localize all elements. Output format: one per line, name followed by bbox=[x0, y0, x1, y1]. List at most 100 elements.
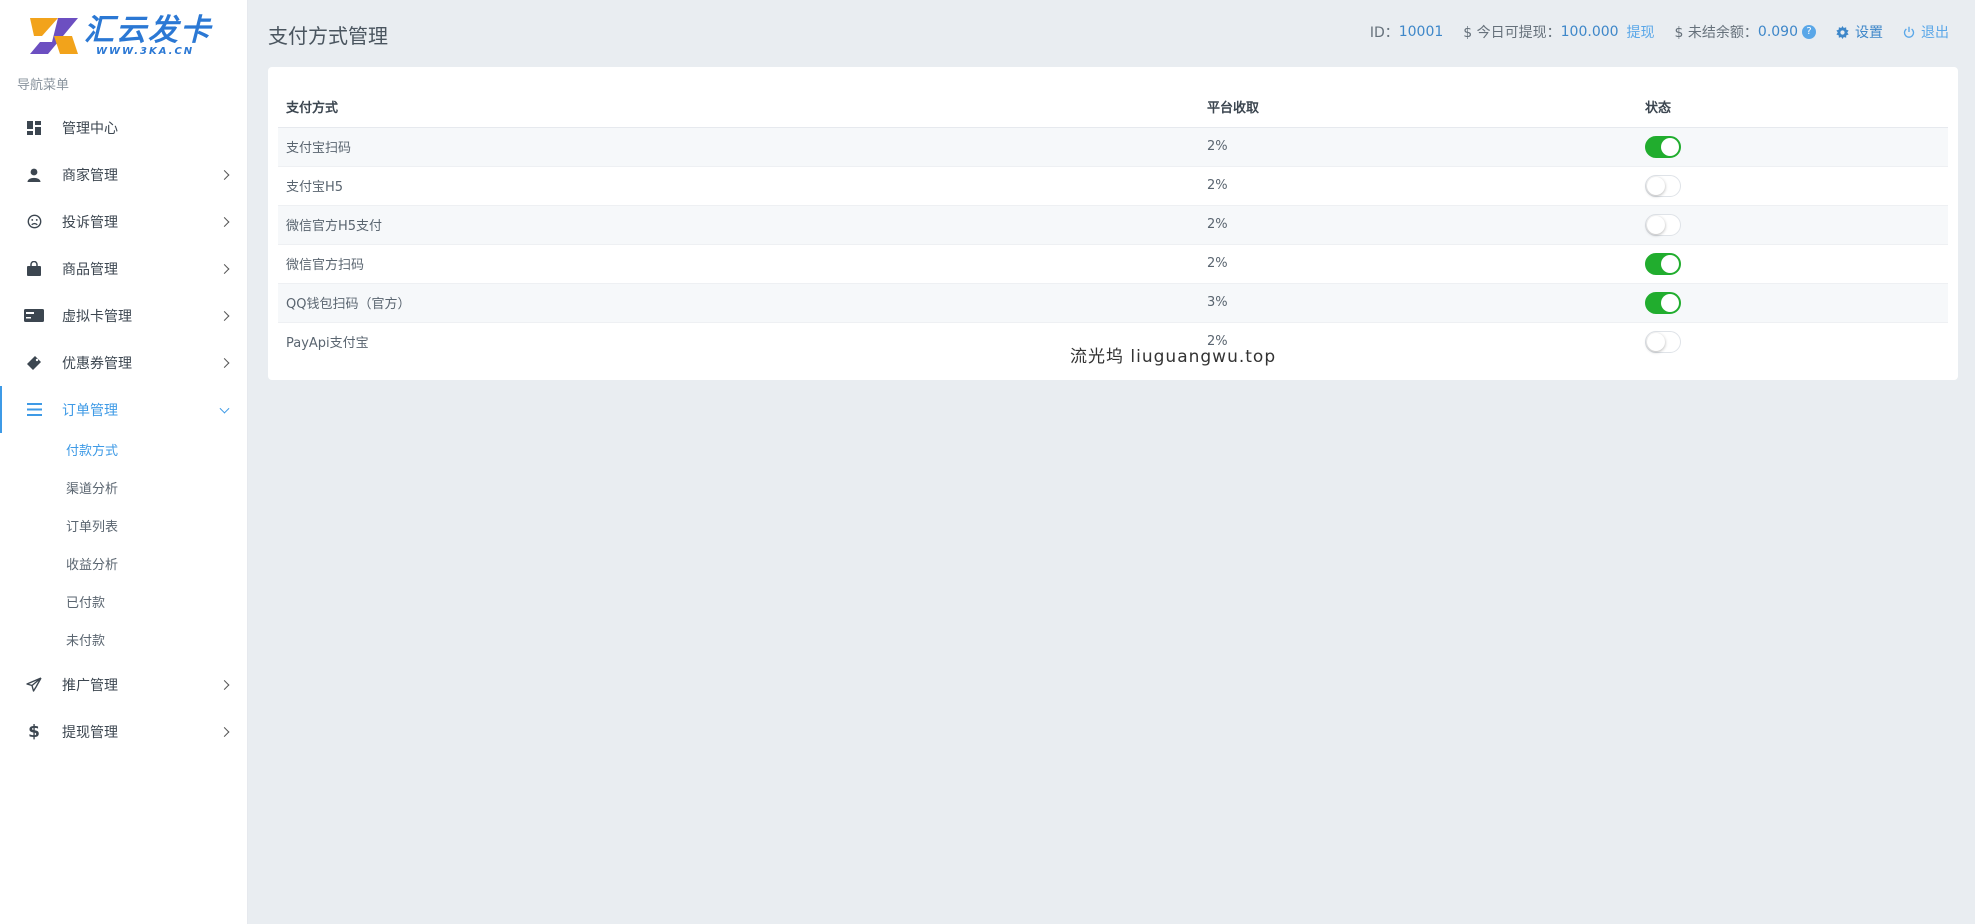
logo-mark-icon bbox=[30, 18, 78, 54]
method-name: PayApi支付宝 bbox=[286, 336, 369, 352]
sidebar-item-virtual-cards[interactable]: 虚拟卡管理 bbox=[0, 292, 248, 339]
sidebar-item-orders[interactable]: 订单管理 bbox=[0, 386, 248, 433]
status-toggle[interactable] bbox=[1645, 135, 1681, 158]
help-icon[interactable]: ? bbox=[1802, 25, 1816, 39]
status-toggle[interactable] bbox=[1645, 252, 1681, 275]
submenu-item-unpaid[interactable]: 未付款 bbox=[0, 623, 248, 661]
withdrawable-today: $ 今日可提现： 100.000 提现 bbox=[1463, 22, 1654, 42]
status-toggle[interactable] bbox=[1645, 330, 1681, 353]
watermark: 流光坞 liuguangwu.top bbox=[1070, 347, 1277, 367]
sidebar-item-dashboard[interactable]: 管理中心 bbox=[0, 104, 248, 151]
chevron-down-icon bbox=[219, 403, 230, 414]
sidebar-item-promotion[interactable]: 推广管理 bbox=[0, 661, 248, 708]
status-cell bbox=[1637, 244, 1948, 284]
toggle-knob bbox=[1661, 137, 1679, 156]
table-body: 支付宝扫码 2% 支付宝H5 2% 微信官方H5支付 2% 微信官方扫码 2% … bbox=[278, 127, 1948, 361]
ticket-icon bbox=[24, 353, 44, 373]
chevron-right-icon bbox=[219, 726, 230, 737]
sidebar-item-complaints[interactable]: 投诉管理 bbox=[0, 198, 248, 245]
method-fee: 3% bbox=[1199, 283, 1637, 323]
table-row: 支付宝H5 2% bbox=[278, 166, 1948, 206]
sidebar-item-products[interactable]: 商品管理 bbox=[0, 245, 248, 292]
unsettled-balance: $ 未结余额： 0.090 ? bbox=[1675, 22, 1816, 42]
sidebar-item-label: 管理中心 bbox=[62, 120, 118, 137]
toggle-knob bbox=[1661, 293, 1679, 312]
submenu-item-paid[interactable]: 已付款 bbox=[0, 585, 248, 623]
settings-label: 设置 bbox=[1855, 25, 1883, 41]
card-icon bbox=[24, 306, 44, 326]
method-name: 微信官方扫码 bbox=[278, 244, 1199, 284]
table-row: 支付宝扫码 2% bbox=[278, 127, 1948, 167]
table-row: 微信官方扫码 2% bbox=[278, 244, 1948, 284]
nav-title: 导航菜单 bbox=[17, 78, 70, 93]
method-name: 支付宝H5 bbox=[278, 166, 1199, 206]
withdraw-link[interactable]: 提现 bbox=[1627, 22, 1655, 42]
sidebar-item-withdrawals[interactable]: $ 提现管理 bbox=[0, 708, 248, 755]
sidebar-item-label: 订单管理 bbox=[62, 402, 118, 419]
table-header-row: 支付方式 平台收取 状态 bbox=[278, 87, 1948, 128]
submenu-item-channel-analysis[interactable]: 渠道分析 bbox=[0, 471, 248, 509]
dollar-icon: $ bbox=[28, 721, 40, 742]
chevron-right-icon bbox=[219, 216, 230, 227]
payment-methods-table: 支付方式 平台收取 状态 支付宝扫码 2% 支付宝H5 2% 微信官方H5支付 … bbox=[278, 87, 1948, 361]
user-icon bbox=[24, 165, 44, 185]
chevron-right-icon bbox=[219, 357, 230, 368]
paper-plane-icon bbox=[24, 675, 44, 695]
brand-logo[interactable]: 汇云发卡 WWW.3KA.CN bbox=[28, 14, 218, 58]
power-icon bbox=[1903, 26, 1915, 38]
withdraw-value: 100.000 bbox=[1560, 24, 1619, 40]
gear-icon bbox=[1836, 25, 1849, 39]
status-cell bbox=[1637, 322, 1948, 361]
sidebar-nav: 管理中心 商家管理 投诉管理 商品管理 虚拟卡管理 优惠券管理 订单管理 付款方… bbox=[0, 104, 248, 755]
sidebar-item-label: 投诉管理 bbox=[62, 214, 118, 231]
submenu-item-payment-methods[interactable]: 付款方式 bbox=[0, 433, 248, 471]
sidebar: 汇云发卡 WWW.3KA.CN 导航菜单 管理中心 商家管理 投诉管理 商品管理… bbox=[0, 0, 248, 924]
status-toggle[interactable] bbox=[1645, 174, 1681, 197]
status-cell bbox=[1637, 283, 1948, 323]
toggle-knob bbox=[1647, 176, 1665, 195]
method-fee: 2% bbox=[1199, 244, 1637, 284]
settings-link[interactable]: 设置 bbox=[1836, 22, 1883, 42]
toggle-knob bbox=[1647, 215, 1665, 234]
toggle-knob bbox=[1647, 332, 1665, 351]
brand-name: 汇云发卡 bbox=[84, 13, 212, 48]
logout-label: 退出 bbox=[1921, 25, 1949, 41]
top-bar: ID： 10001 $ 今日可提现： 100.000 提现 $ 未结余额： 0.… bbox=[1370, 22, 1949, 42]
column-header-fee: 平台收取 bbox=[1199, 87, 1637, 128]
method-fee: 2% bbox=[1199, 205, 1637, 245]
chevron-right-icon bbox=[219, 679, 230, 690]
submenu-item-order-list[interactable]: 订单列表 bbox=[0, 509, 248, 547]
chevron-right-icon bbox=[219, 169, 230, 180]
sidebar-item-merchants[interactable]: 商家管理 bbox=[0, 151, 248, 198]
method-fee: 2% bbox=[1199, 127, 1637, 167]
frown-icon bbox=[24, 212, 44, 232]
status-cell bbox=[1637, 127, 1948, 167]
method-fee: 2% bbox=[1199, 166, 1637, 206]
sidebar-item-label: 推广管理 bbox=[62, 677, 118, 694]
status-cell bbox=[1637, 166, 1948, 206]
logout-link[interactable]: 退出 bbox=[1903, 22, 1949, 42]
id-value: 10001 bbox=[1398, 24, 1444, 40]
orders-submenu-list: 付款方式 渠道分析 订单列表 收益分析 已付款 未付款 bbox=[0, 433, 248, 661]
withdraw-label: $ 今日可提现： bbox=[1463, 25, 1561, 41]
method-name: QQ钱包扫码（官方） bbox=[278, 283, 1199, 323]
method-name: 微信官方H5支付 bbox=[278, 205, 1199, 245]
account-id: ID： 10001 bbox=[1370, 22, 1443, 42]
status-cell bbox=[1637, 205, 1948, 245]
chevron-right-icon bbox=[219, 263, 230, 274]
status-toggle[interactable] bbox=[1645, 291, 1681, 314]
chevron-right-icon bbox=[219, 310, 230, 321]
sidebar-item-coupons[interactable]: 优惠券管理 bbox=[0, 339, 248, 386]
column-header-status: 状态 bbox=[1637, 87, 1948, 128]
sidebar-item-label: 优惠券管理 bbox=[62, 355, 132, 372]
unsettled-value: 0.090 bbox=[1757, 24, 1798, 40]
submenu-item-revenue-analysis[interactable]: 收益分析 bbox=[0, 547, 248, 585]
table-row: QQ钱包扫码（官方） 3% bbox=[278, 283, 1948, 323]
list-icon bbox=[24, 400, 44, 420]
id-label: ID： bbox=[1369, 25, 1399, 41]
column-header-method: 支付方式 bbox=[278, 87, 1199, 128]
sidebar-item-label: 商家管理 bbox=[62, 167, 118, 184]
toggle-knob bbox=[1661, 254, 1679, 273]
sidebar-item-label: 提现管理 bbox=[62, 724, 118, 741]
status-toggle[interactable] bbox=[1645, 213, 1681, 236]
